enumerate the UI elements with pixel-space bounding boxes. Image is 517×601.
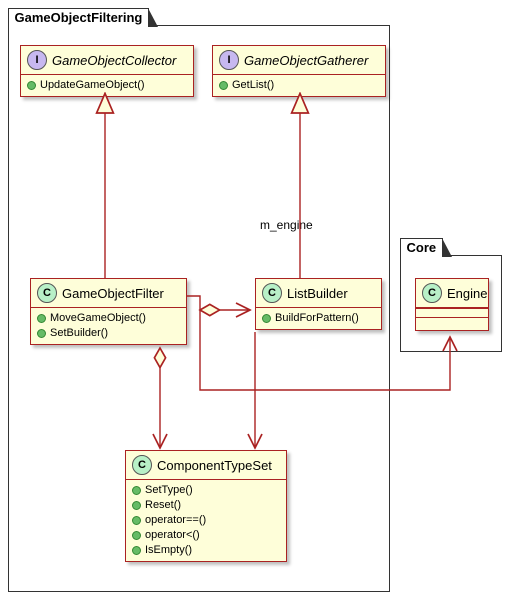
package-core-tab: Core: [400, 238, 444, 257]
method: UpdateGameObject(): [27, 78, 187, 93]
method: SetType(): [132, 483, 280, 498]
class-gatherer: I GameObjectGatherer GetList(): [212, 45, 386, 97]
class-listbuilder-name: ListBuilder: [287, 286, 348, 301]
method: BuildForPattern(): [262, 311, 375, 326]
package-filtering-label: GameObjectFiltering: [15, 10, 143, 25]
class-collector-name: GameObjectCollector: [52, 53, 176, 68]
method: Reset(): [132, 498, 280, 513]
class-collector: I GameObjectCollector UpdateGameObject(): [20, 45, 194, 97]
class-cts-name: ComponentTypeSet: [157, 458, 272, 473]
package-core-label: Core: [407, 240, 437, 255]
class-icon: C: [262, 283, 282, 303]
method: operator==(): [132, 513, 280, 528]
interface-icon: I: [219, 50, 239, 70]
class-icon: C: [37, 283, 57, 303]
class-gatherer-name: GameObjectGatherer: [244, 53, 368, 68]
class-engine-name: Engine: [447, 286, 487, 301]
class-cts: C ComponentTypeSet SetType() Reset() ope…: [125, 450, 287, 562]
class-filter: C GameObjectFilter MoveGameObject() SetB…: [30, 278, 187, 345]
class-icon: C: [132, 455, 152, 475]
class-engine: C Engine: [415, 278, 489, 331]
label-m-engine: m_engine: [260, 218, 313, 232]
package-filtering-tab: GameObjectFiltering: [8, 8, 150, 27]
class-icon: C: [422, 283, 442, 303]
method: GetList(): [219, 78, 379, 93]
class-filter-name: GameObjectFilter: [62, 286, 164, 301]
method: operator<(): [132, 528, 280, 543]
method: IsEmpty(): [132, 543, 280, 558]
class-listbuilder: C ListBuilder BuildForPattern(): [255, 278, 382, 330]
method: MoveGameObject(): [37, 311, 180, 326]
method: SetBuilder(): [37, 326, 180, 341]
interface-icon: I: [27, 50, 47, 70]
